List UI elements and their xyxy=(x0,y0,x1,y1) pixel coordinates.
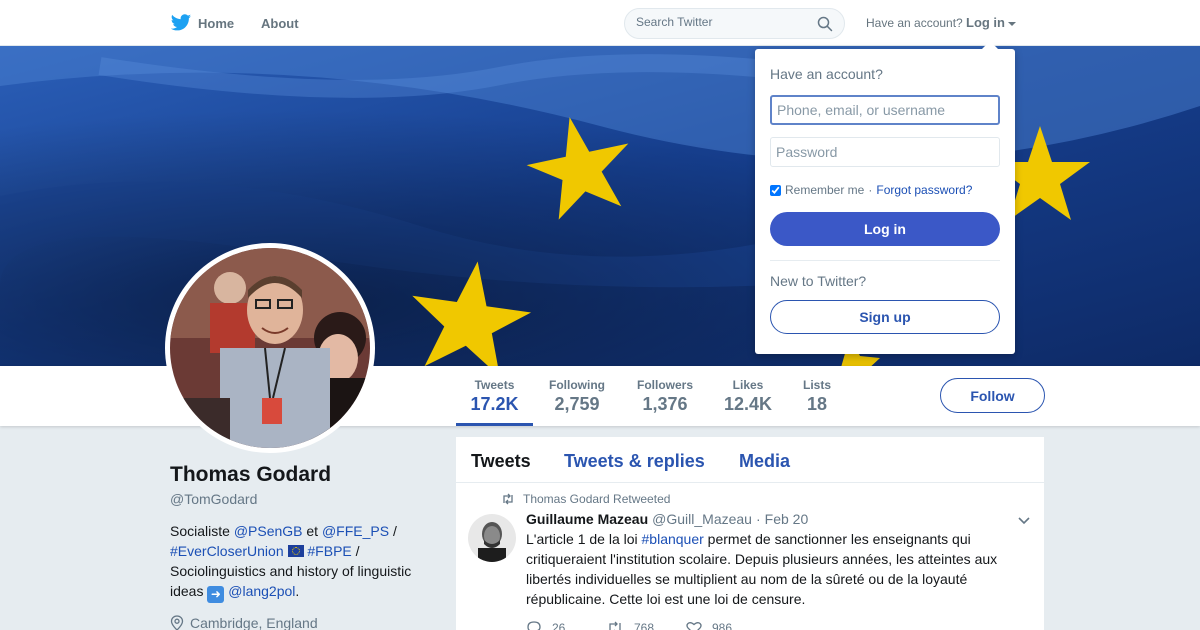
top-navigation-bar: Home About Have an account? Log in xyxy=(0,0,1200,46)
stat-label: Tweets xyxy=(474,378,515,392)
remember-me-label[interactable]: Remember me xyxy=(785,183,864,197)
username-field[interactable] xyxy=(770,95,1000,125)
follow-button[interactable]: Follow xyxy=(940,378,1045,413)
divider xyxy=(770,260,1000,261)
author-photo xyxy=(468,514,516,562)
stat-label: Likes xyxy=(732,378,764,392)
have-account-text: Have an account? xyxy=(866,16,963,30)
retweet-icon xyxy=(609,621,621,630)
retweeted-by-text[interactable]: Thomas Godard Retweeted xyxy=(523,492,670,506)
tweet-author-name[interactable]: Guillaume Mazeau xyxy=(526,511,648,527)
stat-value: 12.4K xyxy=(723,394,773,414)
chevron-down-icon[interactable] xyxy=(1018,517,1030,525)
retweet-button[interactable]: 768 xyxy=(606,621,686,630)
profile-bio: Socialiste @PSenGB et @FFE_PS / #EverClo… xyxy=(170,521,430,603)
tweet-actions: 26 768 986 xyxy=(526,621,766,630)
bio-hashtag-fbpe[interactable]: #FBPE xyxy=(307,543,351,559)
bio-mention-lang2pol[interactable]: @lang2pol xyxy=(228,583,295,599)
search-icon[interactable] xyxy=(817,16,833,32)
separator-dot: · xyxy=(868,183,873,197)
retweet-icon xyxy=(503,493,513,505)
timeline: Tweets Tweets & replies Media Thomas God… xyxy=(456,437,1044,630)
eu-flag-emoji-icon xyxy=(287,545,304,557)
retweet-count: 768 xyxy=(634,621,655,630)
like-count: 986 xyxy=(712,621,733,630)
separator-dot: · xyxy=(755,511,761,527)
stat-tweets[interactable]: Tweets 17.2K xyxy=(456,378,533,426)
signup-button[interactable]: Sign up xyxy=(770,300,1000,334)
twitter-bird-icon xyxy=(170,14,192,31)
nav-home-label: Home xyxy=(198,15,235,31)
nav-home-link[interactable]: Home xyxy=(170,12,234,34)
tweet-date[interactable]: Feb 20 xyxy=(765,511,809,527)
login-dropdown-toggle[interactable]: Log in xyxy=(966,15,1016,30)
bio-mention-ffe-ps[interactable]: @FFE_PS xyxy=(322,523,389,539)
profile-location: Cambridge, England xyxy=(170,615,318,630)
tweet-text-part: L'article 1 de la loi xyxy=(526,531,642,547)
retweet-context: Thomas Godard Retweeted xyxy=(501,492,670,506)
stat-followers[interactable]: Followers 1,376 xyxy=(633,378,697,415)
tweet-text: L'article 1 de la loi #blanquer permet d… xyxy=(526,529,1016,609)
stat-label: Followers xyxy=(636,378,693,392)
stat-value: 18 xyxy=(806,394,828,414)
forgot-password-link[interactable]: Forgot password? xyxy=(876,183,972,197)
tab-media[interactable]: Media xyxy=(739,451,790,472)
bio-hashtag-evercloserunion[interactable]: #EverCloserUnion xyxy=(170,543,284,559)
reply-icon xyxy=(527,621,541,630)
password-field[interactable] xyxy=(770,137,1000,167)
bio-text: et xyxy=(302,523,322,539)
like-button[interactable]: 986 xyxy=(686,621,766,630)
new-to-twitter-text: New to Twitter? xyxy=(770,273,867,289)
bio-mention-psengb[interactable]: @PSenGB xyxy=(234,523,303,539)
profile-handle[interactable]: @TomGodard xyxy=(170,491,257,507)
tweet-header: Guillaume Mazeau @Guill_Mazeau · Feb 20 xyxy=(526,511,808,527)
bio-text: Socialiste xyxy=(170,523,234,539)
remember-me-row: Remember me · Forgot password? xyxy=(770,183,972,197)
search-input[interactable] xyxy=(636,15,806,29)
stat-label: Following xyxy=(549,378,605,392)
location-text: Cambridge, England xyxy=(190,615,318,630)
stat-likes[interactable]: Likes 12.4K xyxy=(720,378,776,415)
stat-value: 1,376 xyxy=(642,394,688,414)
caret-down-icon xyxy=(1008,21,1016,26)
tweet-author-handle[interactable]: @Guill_Mazeau xyxy=(652,511,752,527)
bio-text: / xyxy=(389,523,397,539)
dropdown-title: Have an account? xyxy=(770,66,883,82)
tab-tweets-and-replies[interactable]: Tweets & replies xyxy=(564,451,705,472)
login-toggle-label: Log in xyxy=(966,15,1005,30)
stat-value: 2,759 xyxy=(554,394,600,414)
reply-button[interactable]: 26 xyxy=(526,621,606,630)
login-button[interactable]: Log in xyxy=(770,212,1000,246)
profile-name[interactable]: Thomas Godard xyxy=(170,463,331,487)
stat-lists[interactable]: Lists 18 xyxy=(797,378,837,415)
login-dropdown: Have an account? Remember me · Forgot pa… xyxy=(755,41,1015,354)
tweet-hashtag-blanquer[interactable]: #blanquer xyxy=(642,531,704,547)
tab-tweets[interactable]: Tweets xyxy=(471,451,531,472)
stat-following[interactable]: Following 2,759 xyxy=(545,378,609,415)
profile-photo xyxy=(170,248,370,448)
tweet-author-avatar[interactable] xyxy=(468,514,516,562)
profile-avatar[interactable] xyxy=(165,243,375,453)
stat-label: Lists xyxy=(802,378,831,392)
search-box xyxy=(624,8,845,39)
nav-about-link[interactable]: About xyxy=(261,16,299,31)
stat-value: 17.2K xyxy=(470,394,519,414)
timeline-tabs: Tweets Tweets & replies Media xyxy=(456,437,1044,483)
remember-me-checkbox[interactable] xyxy=(770,184,781,196)
bio-text: . xyxy=(295,583,300,599)
reply-count: 26 xyxy=(552,621,566,630)
heart-icon xyxy=(686,622,702,630)
right-arrow-emoji-icon: ➜ xyxy=(207,586,225,603)
location-pin-icon xyxy=(170,615,184,630)
